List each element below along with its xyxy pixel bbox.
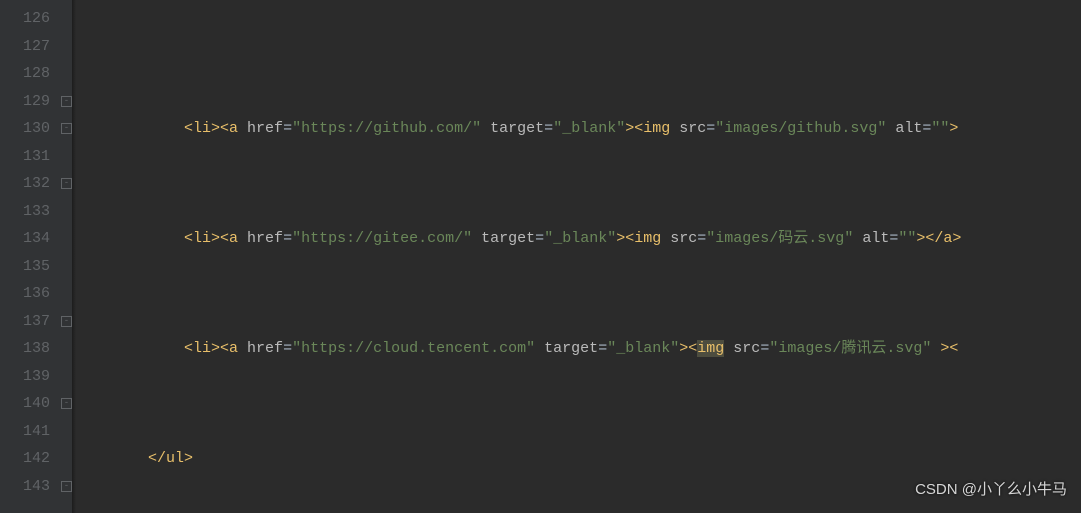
fold-marker[interactable]: -	[61, 178, 72, 189]
line-number: 141	[0, 418, 50, 446]
line-number: 133	[0, 198, 50, 226]
fold-marker[interactable]: -	[61, 398, 72, 409]
line-number: 143	[0, 473, 50, 501]
line-number: 126	[0, 5, 50, 33]
code-line: <li><a href="https://cloud.tencent.com" …	[76, 335, 1081, 363]
code-editor: 1261271281291301311321331341351361371381…	[0, 0, 1081, 513]
line-number: 140	[0, 390, 50, 418]
line-number: 139	[0, 363, 50, 391]
fold-marker[interactable]: -	[61, 481, 72, 492]
fold-gutter: - - - - - -	[58, 0, 72, 513]
line-number: 135	[0, 253, 50, 281]
watermark: CSDN @小丫么小牛马	[915, 476, 1067, 504]
code-line: </ul>	[76, 445, 1081, 473]
line-number: 127	[0, 33, 50, 61]
line-number: 130	[0, 115, 50, 143]
code-line: <li><a href="https://gitee.com/" target=…	[76, 225, 1081, 253]
fold-marker[interactable]: -	[61, 96, 72, 107]
line-number: 142	[0, 445, 50, 473]
line-number: 137	[0, 308, 50, 336]
line-number: 128	[0, 60, 50, 88]
line-number: 132	[0, 170, 50, 198]
line-number: 134	[0, 225, 50, 253]
code-area[interactable]: <li><a href="https://github.com/" target…	[76, 0, 1081, 513]
line-number: 136	[0, 280, 50, 308]
fold-marker[interactable]: -	[61, 316, 72, 327]
fold-marker[interactable]: -	[61, 123, 72, 134]
line-number: 138	[0, 335, 50, 363]
line-number: 131	[0, 143, 50, 171]
line-number-gutter: 1261271281291301311321331341351361371381…	[0, 0, 58, 513]
code-line: <li><a href="https://github.com/" target…	[76, 115, 1081, 143]
line-number: 129	[0, 88, 50, 116]
